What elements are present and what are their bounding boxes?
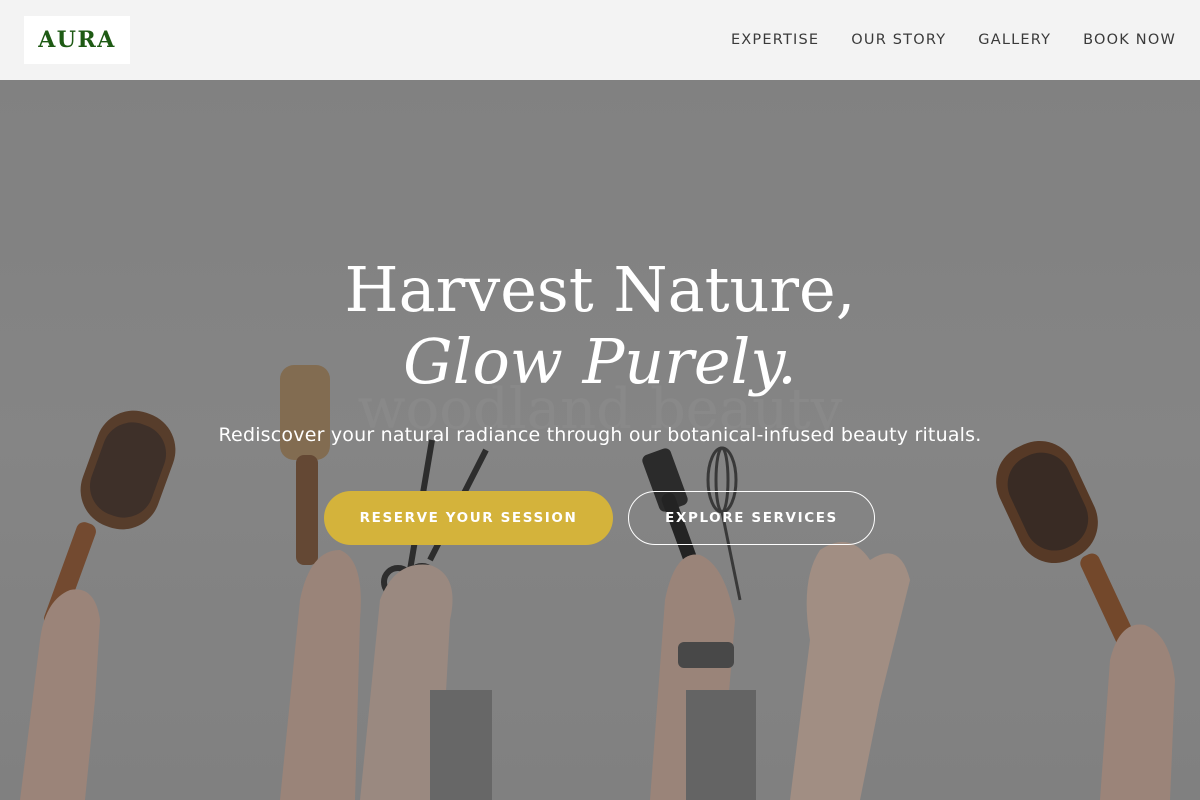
brand-logo[interactable]: AURA (24, 16, 130, 64)
hero-headline-line1: Harvest Nature, (344, 253, 856, 326)
explore-services-button[interactable]: EXPLORE SERVICES (628, 491, 875, 545)
main-nav: EXPERTISE OUR STORY GALLERY BOOK NOW (731, 32, 1176, 48)
hero-section: woodland beauty Harvest Nature, Glow Pur… (0, 80, 1200, 800)
nav-item-book-now[interactable]: BOOK NOW (1083, 32, 1176, 48)
reserve-session-button[interactable]: RESERVE YOUR SESSION (324, 491, 613, 545)
hero-headline-line2: Glow Purely. (403, 325, 797, 398)
hero-subtext: Rediscover your natural radiance through… (218, 424, 982, 446)
nav-item-our-story[interactable]: OUR STORY (851, 32, 946, 48)
site-header: AURA EXPERTISE OUR STORY GALLERY BOOK NO… (0, 0, 1200, 80)
nav-item-expertise[interactable]: EXPERTISE (731, 32, 819, 48)
hero-content: Harvest Nature, Glow Purely. Rediscover … (0, 80, 1200, 800)
nav-item-gallery[interactable]: GALLERY (978, 32, 1051, 48)
